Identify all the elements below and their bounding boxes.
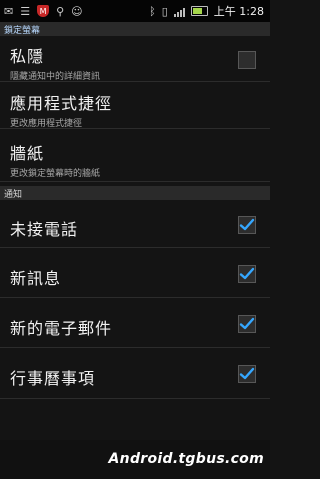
chat-icon: ☰ [20, 4, 31, 18]
checkmark-icon [239, 367, 255, 380]
android-icon: ☺ [71, 4, 83, 18]
privacy-title: 私隱 [10, 47, 45, 66]
privacy-setting[interactable]: 私隱 隱藏通知中的詳細資訊 [0, 36, 270, 82]
wallpaper-setting[interactable]: 牆紙 更改鎖定螢幕時的牆紙 [0, 130, 270, 182]
app-shortcuts-setting[interactable]: 應用程式捷徑 更改應用程式捷徑 [0, 83, 270, 129]
watermark-text: Android.tgbus.com [108, 451, 264, 467]
calendar-event-checkbox[interactable] [238, 365, 256, 383]
new-email-setting[interactable]: 新的電子郵件 [0, 299, 270, 348]
calendar-event-setting[interactable]: 行事曆事項 [0, 349, 270, 399]
checkmark-icon [239, 267, 255, 280]
mcafee-shield-icon: M [37, 5, 50, 17]
wallpaper-summary: 更改鎖定螢幕時的牆紙 [10, 169, 101, 179]
app-shortcuts-summary: 更改應用程式捷徑 [10, 119, 83, 129]
wallpaper-title: 牆紙 [10, 144, 45, 163]
missed-calls-title: 未接電話 [10, 220, 79, 239]
privacy-summary: 隱藏通知中的詳細資訊 [10, 72, 101, 82]
section-header-lock-screen: 鎖定螢幕 [0, 22, 270, 36]
new-email-checkbox[interactable] [238, 315, 256, 333]
privacy-checkbox[interactable] [238, 51, 256, 69]
calendar-event-title: 行事曆事項 [10, 369, 96, 388]
new-message-checkbox[interactable] [238, 265, 256, 283]
missed-calls-checkbox[interactable] [238, 216, 256, 234]
new-message-title: 新訊息 [10, 269, 62, 288]
signal-icon [173, 6, 185, 17]
vibrate-icon: ▯ [161, 4, 168, 18]
app-shortcuts-title: 應用程式捷徑 [10, 94, 113, 113]
usb-icon: ⚲ [56, 4, 65, 18]
new-message-setting[interactable]: 新訊息 [0, 249, 270, 298]
status-bar: ✉ ☰ M ⚲ ☺ ᛒ ▯ 上午 1:28 [0, 0, 270, 22]
message-icon: ✉ [4, 4, 14, 18]
bluetooth-icon: ᛒ [149, 4, 156, 18]
new-email-title: 新的電子郵件 [10, 319, 113, 338]
battery-icon [190, 6, 208, 16]
checkmark-icon [239, 218, 255, 231]
status-time: 上午 1:28 [213, 5, 264, 18]
checkmark-icon [239, 317, 255, 330]
section-header-notifications: 通知 [0, 186, 270, 200]
missed-calls-setting[interactable]: 未接電話 [0, 200, 270, 248]
